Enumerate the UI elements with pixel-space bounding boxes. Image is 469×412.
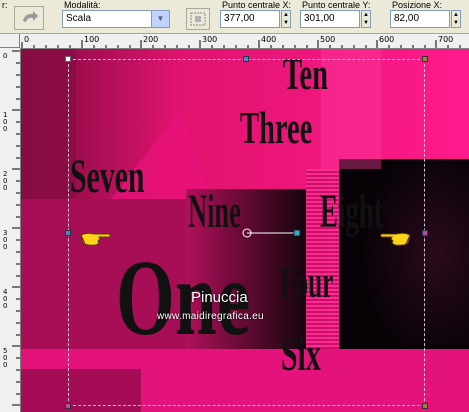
pointing-hand-left-icon bbox=[378, 229, 412, 252]
chevron-down-icon[interactable]: ▼ bbox=[151, 11, 169, 27]
ruler-top-label: 600 bbox=[379, 35, 395, 44]
ruler-left-label: 400 bbox=[3, 288, 8, 310]
position-x-spinner[interactable]: ▲ ▼ bbox=[451, 10, 461, 28]
ruler-top-label: 500 bbox=[320, 35, 336, 44]
ruler-left-label: 100 bbox=[3, 111, 8, 133]
mode-label: Modalità: bbox=[64, 0, 101, 10]
undo-button[interactable] bbox=[14, 6, 44, 30]
undo-arrow-icon bbox=[23, 11, 38, 22]
ruler-top-label: 400 bbox=[261, 35, 277, 44]
toolbar-cut-label: r: bbox=[2, 0, 8, 10]
transform-frame-icon bbox=[190, 12, 206, 26]
ruler-left[interactable]: 0 100 200 300 400 500 bbox=[0, 48, 21, 412]
ruler-left-label: 300 bbox=[3, 229, 8, 251]
ruler-top-label: 200 bbox=[143, 35, 159, 44]
ruler-top-label: 0 bbox=[24, 35, 30, 44]
ruler-top-label: 700 bbox=[438, 35, 454, 44]
position-x-label: Posizione X: bbox=[392, 0, 443, 10]
center-y-label: Punto centrale Y: bbox=[302, 0, 371, 10]
center-x-input[interactable]: 377,00 bbox=[220, 10, 280, 28]
center-x-label: Punto centrale X: bbox=[222, 0, 292, 10]
tool-options-bar: r: Modalità: Scala ▼ Punto centrale X: 3… bbox=[0, 0, 469, 34]
ruler-top-label: 100 bbox=[84, 35, 100, 44]
transform-button[interactable] bbox=[186, 8, 210, 30]
center-x-spinner[interactable]: ▲ ▼ bbox=[281, 10, 291, 28]
mode-select[interactable]: Scala ▼ bbox=[62, 10, 170, 28]
ruler-top[interactable]: 0 100 200 300 400 500 600 700 bbox=[20, 34, 469, 49]
mode-select-value: Scala bbox=[66, 13, 92, 24]
image-canvas[interactable]: Ten Three Seven Nine Eight One Four Six … bbox=[21, 49, 469, 412]
pointing-hand-right-icon bbox=[79, 229, 113, 252]
ruler-top-label: 300 bbox=[202, 35, 218, 44]
ruler-left-label: 500 bbox=[3, 347, 8, 369]
ruler-left-label: 0 bbox=[3, 52, 8, 60]
ruler-corner bbox=[0, 34, 20, 48]
position-x-input[interactable]: 82,00 bbox=[390, 10, 450, 28]
center-y-input[interactable]: 301,00 bbox=[300, 10, 360, 28]
ruler-left-label: 200 bbox=[3, 170, 8, 192]
center-y-spinner[interactable]: ▲ ▼ bbox=[361, 10, 371, 28]
